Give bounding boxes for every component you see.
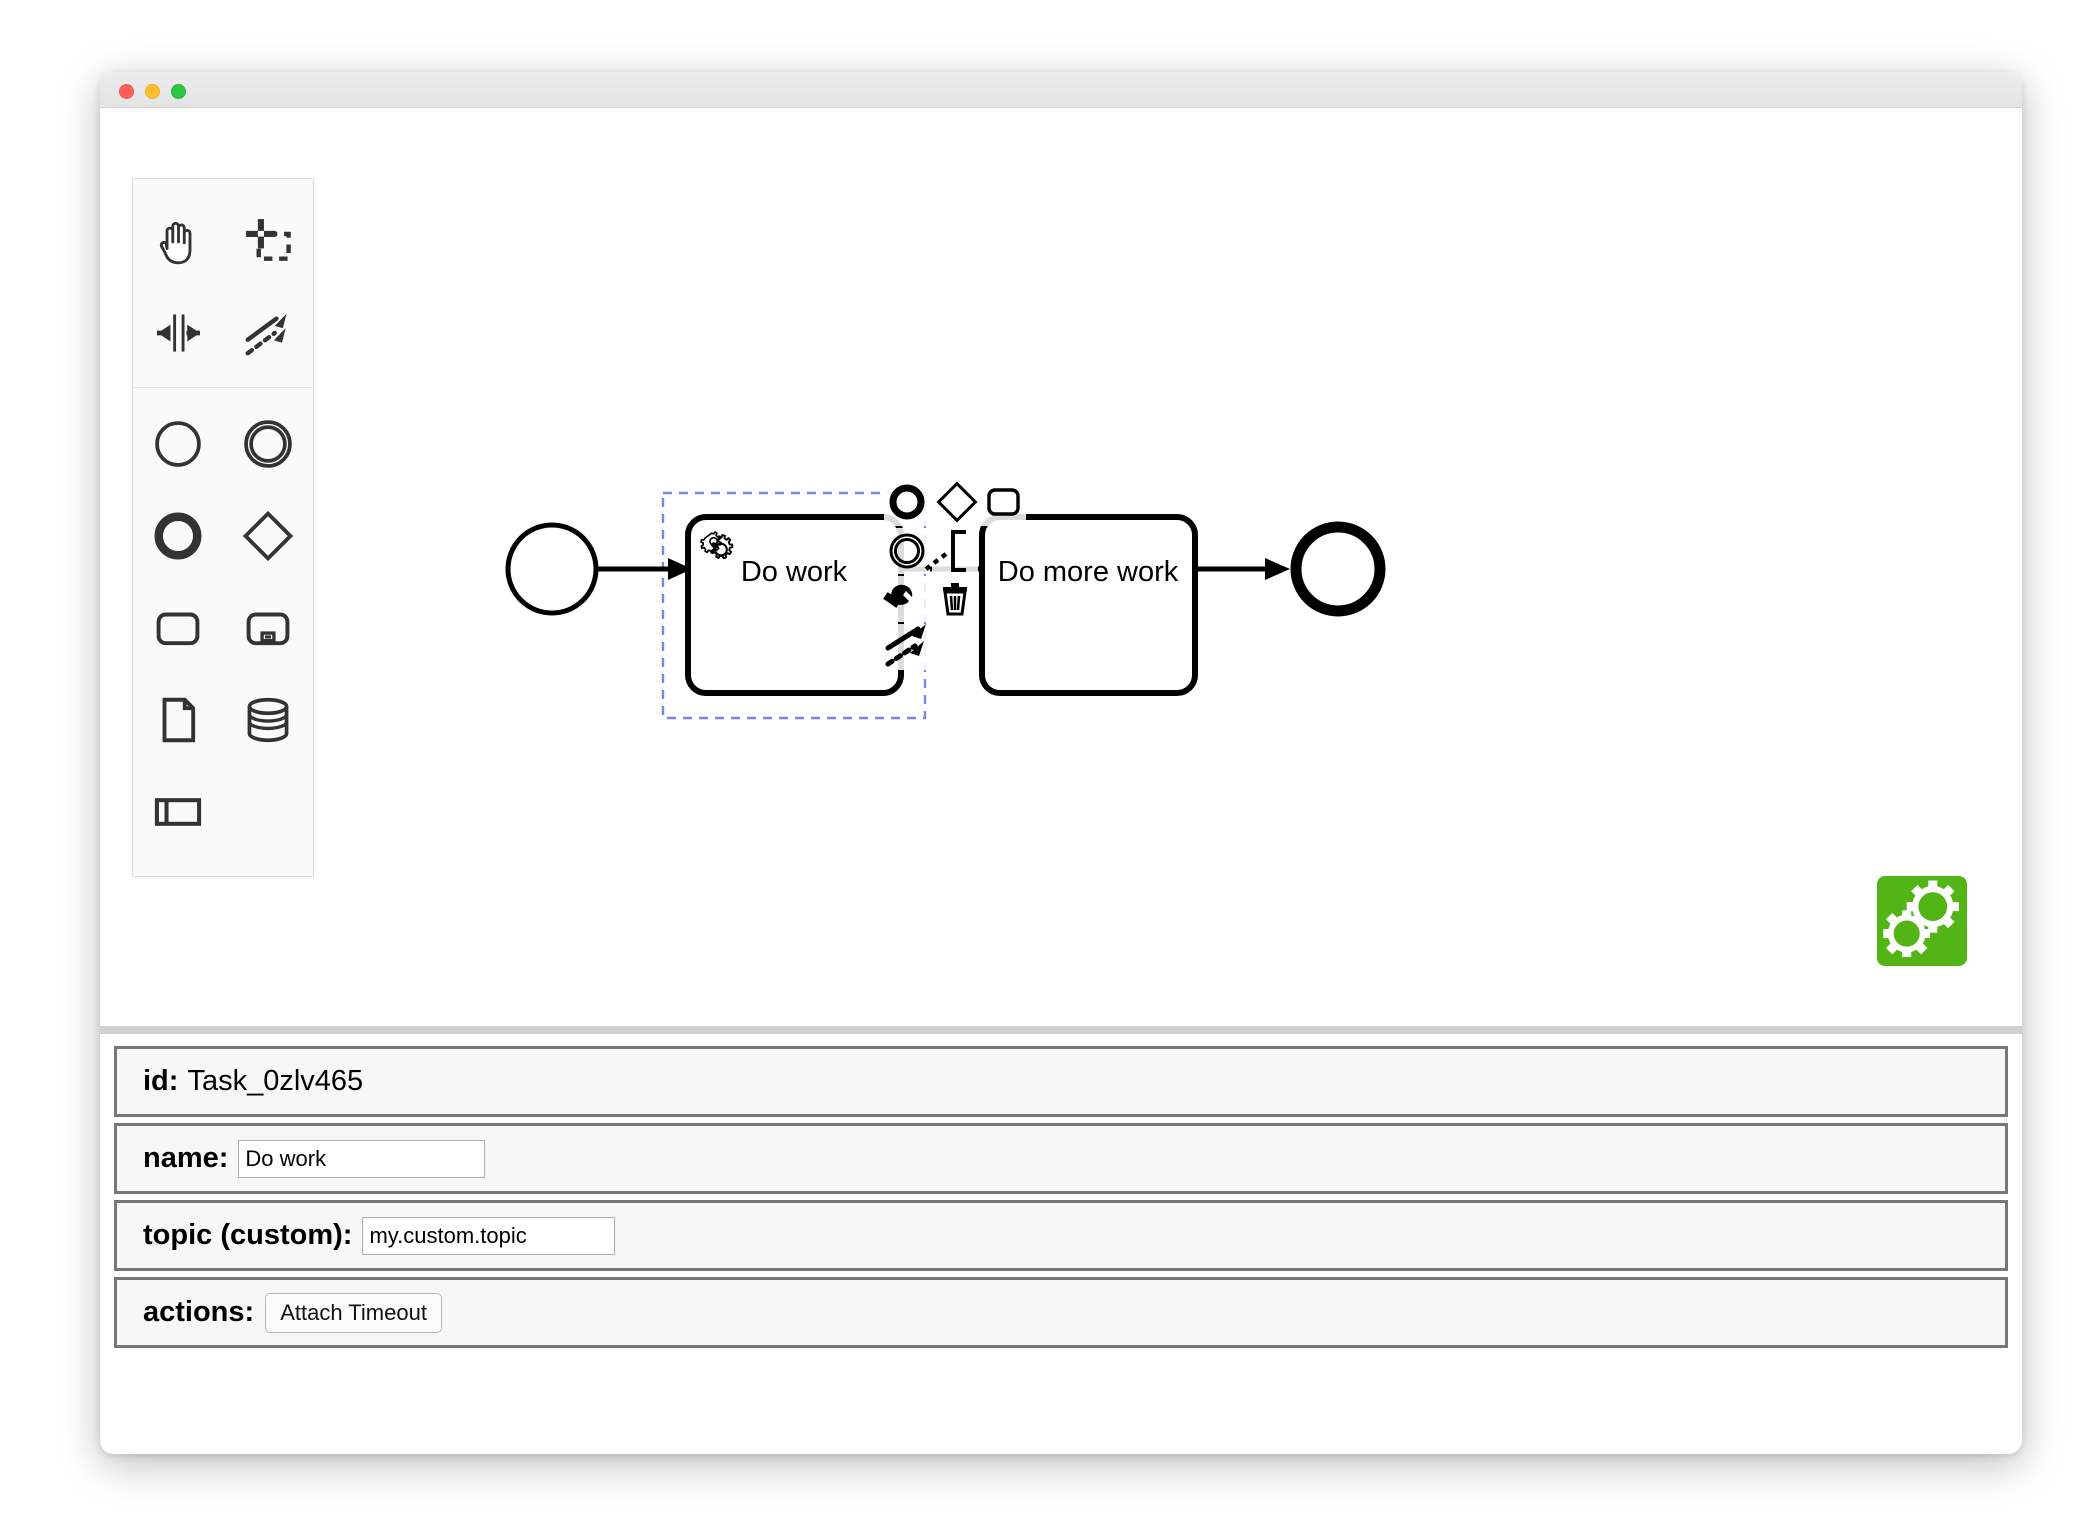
context-pad-change-type[interactable] [883, 576, 930, 622]
bpmn-canvas[interactable]: Do work Do more work [100, 108, 2022, 1026]
property-row-name: name: [114, 1123, 2008, 1194]
task-do-more-work[interactable]: Do more work [979, 514, 1198, 696]
panel-divider[interactable] [100, 1026, 2022, 1034]
property-label-name: name: [143, 1142, 229, 1174]
property-value-id: Task_0zlv465 [187, 1065, 364, 1097]
properties-panel: id: Task_0zlv465 name: topic (custom): a… [100, 1034, 2022, 1454]
context-pad-append-text-annotation[interactable] [924, 528, 978, 574]
property-row-topic: topic (custom): [114, 1200, 2008, 1271]
window-zoom-button[interactable] [171, 84, 186, 99]
context-pad-delete[interactable] [932, 576, 978, 622]
context-pad-append-intermediate-event[interactable] [884, 528, 930, 574]
start-event[interactable] [505, 522, 599, 616]
end-event[interactable] [1290, 521, 1386, 617]
property-row-id: id: Task_0zlv465 [114, 1046, 2008, 1117]
task-do-work-label: Do work [741, 556, 848, 588]
context-pad-append-end-event[interactable] [884, 480, 930, 526]
bpmn-diagram-svg[interactable]: Do work Do more work [100, 108, 2022, 1026]
attach-timeout-button[interactable]: Attach Timeout [265, 1292, 442, 1333]
context-pad-append-gateway[interactable] [932, 480, 978, 526]
window-close-button[interactable] [119, 84, 134, 99]
task-do-more-work-label: Do more work [998, 556, 1179, 588]
camunda-logo [1877, 876, 1967, 966]
window-minimize-button[interactable] [145, 84, 160, 99]
context-pad-append-task[interactable] [980, 480, 1026, 526]
name-input[interactable] [238, 1139, 486, 1178]
window-titlebar [100, 72, 2022, 108]
context-pad-connect[interactable] [884, 624, 930, 670]
flow-start-to-do-work[interactable] [597, 558, 692, 580]
property-label-topic: topic (custom): [143, 1219, 353, 1251]
property-label-actions: actions: [143, 1296, 255, 1328]
task-do-work[interactable]: Do work [685, 514, 904, 696]
delete-trash-icon [943, 583, 967, 616]
app-window: Do work Do more work id: Task_0zlv465 na… [100, 72, 2022, 1454]
flow-do-more-work-to-end[interactable] [1195, 558, 1290, 580]
topic-input[interactable] [362, 1216, 616, 1255]
property-row-actions: actions: Attach Timeout [114, 1277, 2008, 1348]
property-label-id: id: [143, 1065, 179, 1097]
